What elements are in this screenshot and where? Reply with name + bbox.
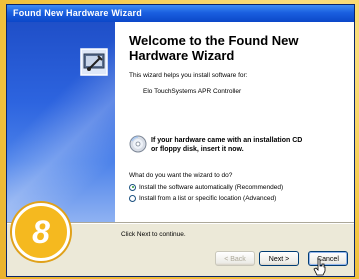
radio-option-label: Install the software automatically (Reco… (139, 183, 284, 191)
radio-button[interactable] (129, 194, 136, 202)
page-background: Found New Hardware Wizard Welcome to the… (0, 0, 359, 279)
page-title: Welcome to the Found New Hardware Wizard (129, 33, 299, 63)
radio-button-checked[interactable] (129, 183, 136, 191)
radio-option-automatic[interactable]: Install the software automatically (Reco… (129, 182, 283, 192)
radio-option-advanced[interactable]: Install from a list or specific location… (129, 193, 276, 203)
hardware-wizard-icon (80, 48, 108, 76)
wizard-content: Welcome to the Found New Hardware Wizard… (115, 22, 354, 222)
cd-notice-line2: or floppy disk, insert it now. (151, 146, 244, 153)
question-text: What do you want the wizard to do? (129, 172, 233, 179)
step-number-badge: 8 (12, 203, 70, 261)
device-name: Elo TouchSystems APR Controller (143, 88, 242, 95)
continue-text: Click Next to continue. (121, 231, 186, 238)
wizard-side-panel (7, 22, 115, 222)
window-title: Found New Hardware Wizard (7, 5, 354, 22)
next-button[interactable]: Next > (259, 251, 299, 266)
cd-notice: If your hardware came with an installati… (151, 136, 351, 154)
radio-option-label: Install from a list or specific location… (139, 194, 277, 202)
pointer-cursor-icon (313, 258, 326, 276)
intro-text: This wizard helps you install software f… (129, 72, 248, 79)
cd-notice-line1: If your hardware came with an installati… (151, 137, 303, 144)
cd-icon (129, 135, 147, 153)
back-button[interactable]: < Back (215, 251, 255, 266)
